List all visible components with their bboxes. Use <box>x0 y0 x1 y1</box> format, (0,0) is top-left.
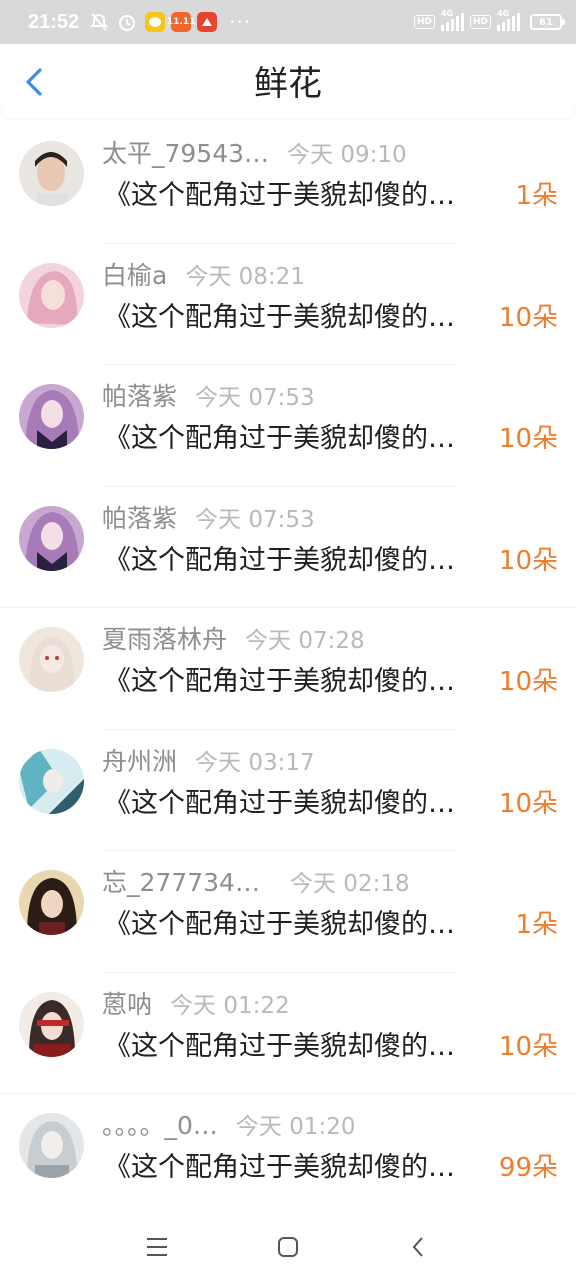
taobao-app-icon: 11.11 <box>167 12 195 32</box>
app-header: 鲜花 <box>0 44 576 118</box>
signal-icon: 4G <box>440 9 464 31</box>
list-item[interactable]: 。。。。_0… 今天 01:20 《这个配角过于美貌却傻的… 99朵 <box>0 1094 576 1216</box>
avatar[interactable] <box>19 870 84 935</box>
username: 舟州洲 <box>102 746 178 776</box>
message-text: 《这个配角过于美貌却傻的… <box>104 423 455 454</box>
avatar[interactable] <box>19 384 84 449</box>
flower-count: 10朵 <box>498 1031 558 1062</box>
home-button[interactable] <box>271 1230 305 1264</box>
flower-count: 99朵 <box>498 1153 558 1183</box>
message-text: 《这个配角过于美貌却傻的… <box>104 544 455 576</box>
list-item[interactable]: 帕落紫 今天 07:53 《这个配角过于美貌却傻的… 10朵 <box>0 487 576 608</box>
timestamp: 今天 02:18 <box>290 871 410 897</box>
message-text: 《这个配角过于美貌却傻的… <box>104 1152 455 1183</box>
nav-back-button[interactable] <box>401 1230 435 1264</box>
flower-list: 太平_79543… 今天 09:10 《这个配角过于美貌却傻的… 1朵 白榆a … <box>0 122 576 1216</box>
avatar[interactable] <box>19 141 84 206</box>
messenger-app-icon <box>145 12 166 32</box>
list-item[interactable]: 忘_2777349… 今天 02:18 《这个配角过于美貌却傻的… 1朵 <box>0 851 576 973</box>
status-bar: 21:52 11.11 ··· HD 4G HD 4G 61 <box>0 0 576 44</box>
list-item[interactable]: 舟州洲 今天 03:17 《这个配角过于美貌却傻的… 10朵 <box>0 730 576 851</box>
page-title: 鲜花 <box>254 64 322 104</box>
timestamp: 今天 08:21 <box>185 263 305 290</box>
message-text: 《这个配角过于美貌却傻的… <box>104 1030 455 1062</box>
username: 帕落紫 <box>102 503 178 533</box>
signal-icon: 4G <box>497 9 520 31</box>
username: 白榆a <box>102 260 168 290</box>
timestamp: 今天 07:28 <box>245 628 365 654</box>
hd-badge: HD <box>469 15 491 29</box>
timestamp: 今天 01:20 <box>235 1114 356 1140</box>
list-item[interactable]: 蒽呐 今天 01:22 《这个配角过于美貌却傻的… 10朵 <box>0 973 576 1094</box>
username: 忘_2777349… <box>102 868 272 897</box>
alarm-icon <box>117 12 137 32</box>
flower-count: 10朵 <box>498 545 558 576</box>
timestamp: 今天 09:10 <box>287 142 407 168</box>
avatar[interactable] <box>19 1113 84 1178</box>
message-text: 《这个配角过于美貌却傻的… <box>104 787 455 819</box>
hd-badge: HD <box>413 15 435 29</box>
flower-count: 1朵 <box>515 181 558 211</box>
username: 帕落紫 <box>102 382 178 411</box>
timestamp: 今天 07:53 <box>195 506 315 533</box>
home-icon <box>278 1237 298 1257</box>
timestamp: 今天 07:53 <box>195 385 315 411</box>
network-type-label: 4G <box>440 9 454 18</box>
timestamp: 今天 01:22 <box>170 992 290 1019</box>
back-icon <box>412 1237 423 1257</box>
avatar[interactable] <box>19 991 84 1057</box>
status-time: 21:52 <box>28 10 80 33</box>
username: 太平_79543… <box>102 139 270 168</box>
menu-icon <box>147 1238 167 1256</box>
flower-count: 10朵 <box>498 302 558 333</box>
message-text: 《这个配角过于美貌却傻的… <box>104 180 455 211</box>
list-item[interactable]: 帕落紫 今天 07:53 《这个配角过于美貌却傻的… 10朵 <box>0 365 576 487</box>
flower-count: 1朵 <box>515 910 558 940</box>
avatar[interactable] <box>19 748 84 814</box>
pinduoduo-app-icon <box>197 12 218 32</box>
list-item[interactable]: 太平_79543… 今天 09:10 《这个配角过于美貌却傻的… 1朵 <box>0 122 576 244</box>
message-text: 《这个配角过于美貌却傻的… <box>104 301 455 333</box>
more-notifications: ··· <box>229 10 252 34</box>
list-item[interactable]: 白榆a 今天 08:21 《这个配角过于美貌却傻的… 10朵 <box>0 244 576 365</box>
message-text: 《这个配角过于美貌却傻的… <box>104 666 455 697</box>
battery-icon: 61 <box>530 14 565 30</box>
avatar[interactable] <box>19 505 84 571</box>
system-nav-bar <box>0 1210 576 1280</box>
avatar[interactable] <box>19 627 84 692</box>
username: 夏雨落林舟 <box>102 625 228 654</box>
username: 。。。。_0… <box>102 1111 218 1140</box>
flower-count: 10朵 <box>498 788 558 819</box>
timestamp: 今天 03:17 <box>195 749 315 776</box>
flower-count: 10朵 <box>498 424 558 454</box>
message-text: 《这个配角过于美貌却傻的… <box>104 909 455 940</box>
menu-button[interactable] <box>140 1230 174 1264</box>
flower-count: 10朵 <box>498 667 558 697</box>
avatar[interactable] <box>19 262 84 328</box>
username: 蒽呐 <box>102 989 153 1019</box>
list-item[interactable]: 夏雨落林舟 今天 07:28 《这个配角过于美貌却傻的… 10朵 <box>0 608 576 730</box>
mute-icon <box>89 12 109 32</box>
network-type-label: 4G <box>497 9 510 18</box>
